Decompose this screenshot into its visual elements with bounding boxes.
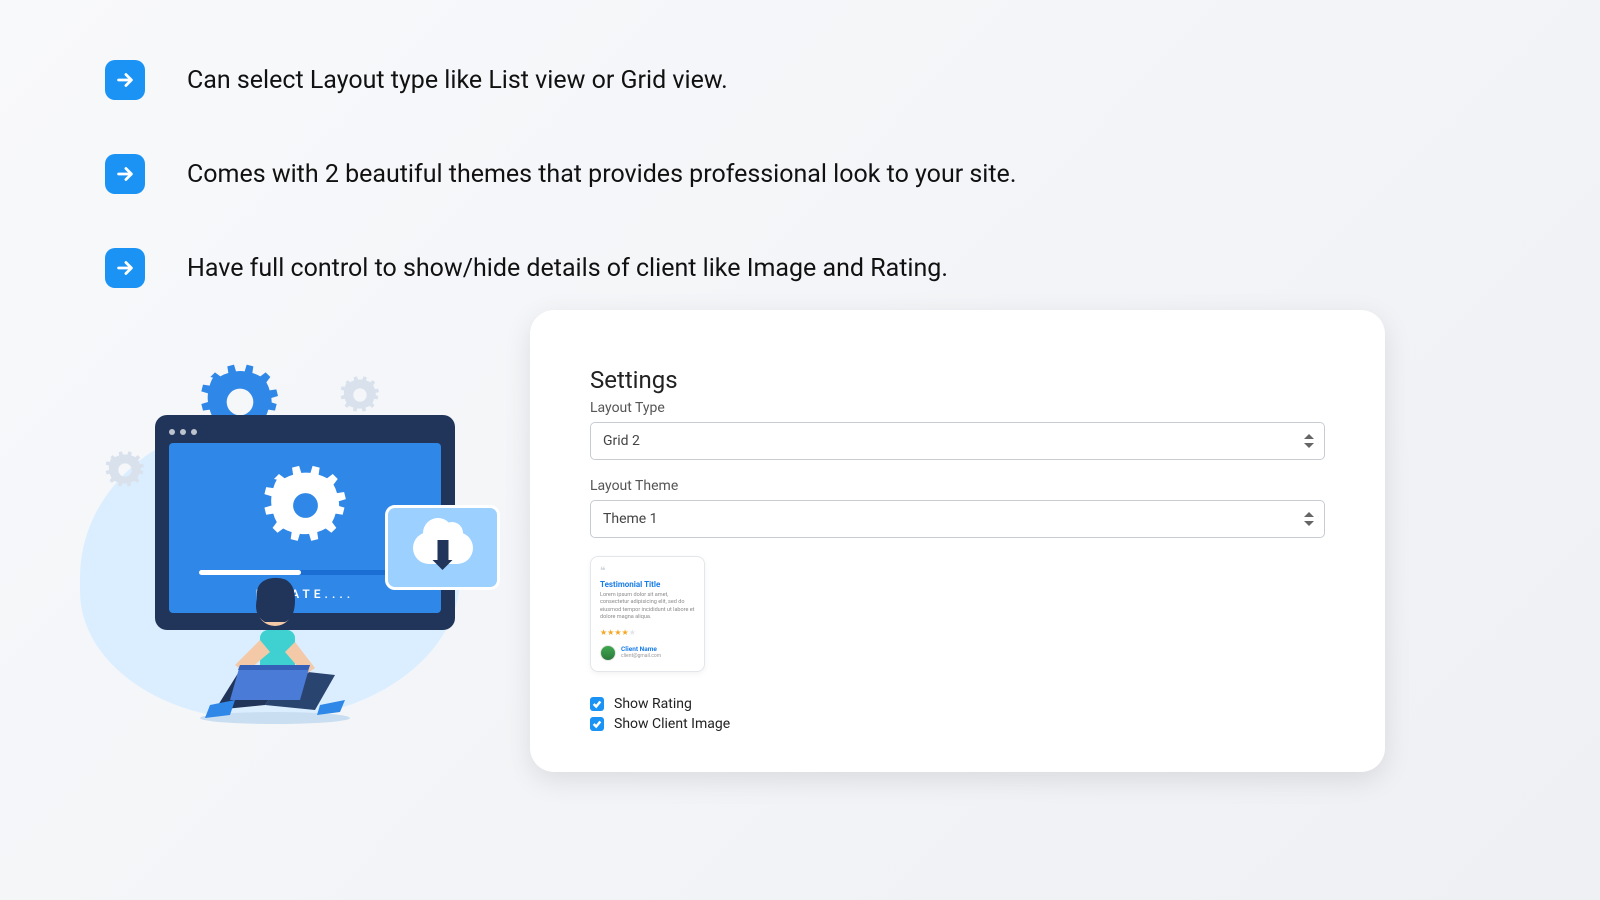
sort-icon (1304, 512, 1314, 526)
layout-type-value: Grid 2 (603, 433, 640, 449)
person-illustration (145, 570, 365, 725)
arrow-right-icon (105, 154, 145, 194)
gear-icon (263, 463, 348, 548)
feature-text: Comes with 2 beautiful themes that provi… (187, 160, 1016, 189)
feature-item: Comes with 2 beautiful themes that provi… (105, 154, 1520, 194)
show-rating-checkbox[interactable] (590, 697, 604, 711)
show-client-image-label: Show Client Image (614, 716, 730, 732)
feature-text: Have full control to show/hide details o… (187, 254, 948, 283)
feature-text: Can select Layout type like List view or… (187, 66, 728, 95)
show-rating-label: Show Rating (614, 696, 692, 712)
preview-body: Lorem ipsum dolor sit amet, consectetur … (600, 592, 695, 622)
arrow-right-icon (105, 60, 145, 100)
feature-item: Can select Layout type like List view or… (105, 60, 1520, 100)
gear-icon (340, 375, 380, 415)
layout-theme-value: Theme 1 (603, 511, 658, 527)
client-name: Client Name (621, 646, 661, 653)
settings-illustration: UPDATE.... (70, 360, 490, 760)
quote-icon: ❝ (600, 567, 695, 577)
gear-icon (105, 450, 145, 490)
arrow-right-icon (105, 248, 145, 288)
layout-type-select[interactable]: Grid 2 (590, 422, 1325, 460)
show-client-image-checkbox[interactable] (590, 717, 604, 731)
layout-type-label: Layout Type (590, 400, 1325, 416)
layout-theme-select[interactable]: Theme 1 (590, 500, 1325, 538)
settings-panel: Settings Layout Type Grid 2 Layout Theme… (530, 310, 1385, 772)
sort-icon (1304, 434, 1314, 448)
settings-title: Settings (590, 366, 1325, 394)
feature-item: Have full control to show/hide details o… (105, 248, 1520, 288)
testimonial-preview-card: ❝ Testimonial Title Lorem ipsum dolor si… (590, 556, 705, 672)
cloud-download-icon (385, 505, 500, 590)
preview-title: Testimonial Title (600, 580, 695, 589)
layout-theme-label: Layout Theme (590, 478, 1325, 494)
client-email: client@gmail.com (621, 653, 661, 659)
avatar (600, 645, 616, 661)
rating-stars: ★★★★★ (600, 628, 695, 637)
features-list: Can select Layout type like List view or… (105, 60, 1520, 342)
